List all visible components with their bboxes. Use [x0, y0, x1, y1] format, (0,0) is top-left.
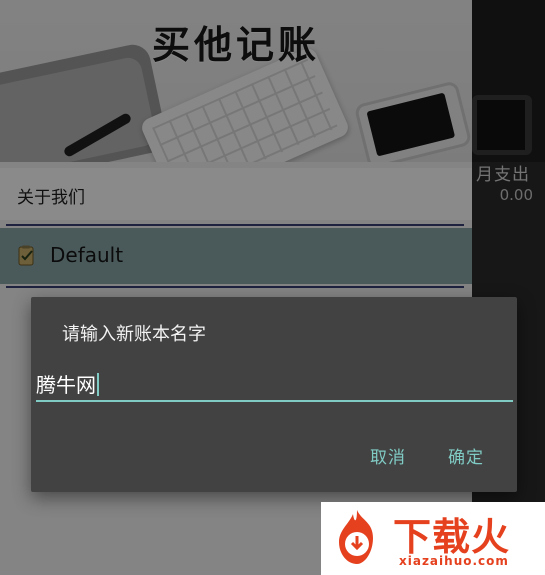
flame-download-icon	[339, 510, 373, 564]
new-ledger-dialog: 请输入新账本名字 腾牛网 取消 确定	[31, 297, 517, 492]
cancel-button[interactable]: 取消	[362, 437, 414, 474]
watermark: 下载火 xiazaihuo.com	[321, 502, 545, 575]
input-underline	[36, 400, 513, 402]
watermark-brand: 下载火	[393, 515, 511, 559]
ledger-name-input[interactable]: 腾牛网	[36, 363, 514, 403]
confirm-button[interactable]: 确定	[440, 437, 492, 474]
watermark-domain: xiazaihuo.com	[399, 554, 509, 568]
ledger-name-input-text: 腾牛网	[36, 373, 96, 397]
dialog-title: 请输入新账本名字	[62, 324, 206, 345]
ledger-name-input-value[interactable]: 腾牛网	[36, 369, 99, 398]
text-cursor	[97, 373, 99, 396]
